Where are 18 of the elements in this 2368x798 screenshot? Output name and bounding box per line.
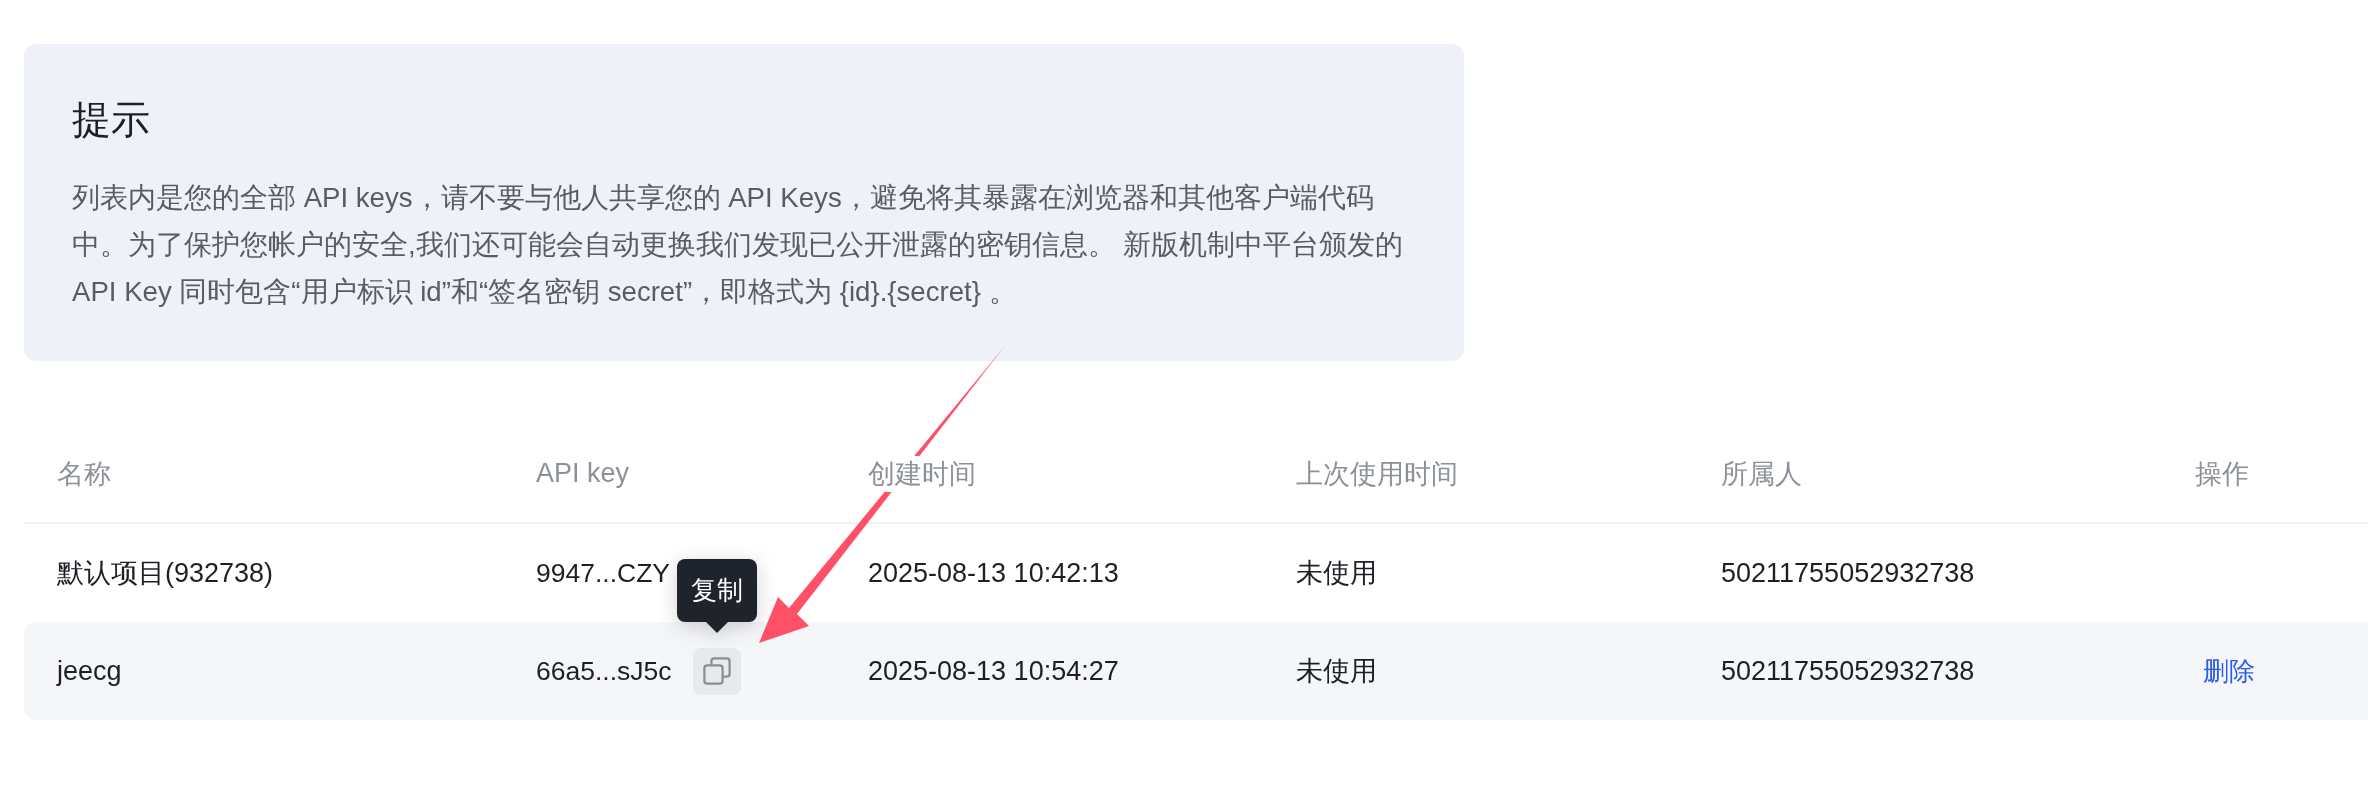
table-cell: 50211755052932738 — [1721, 655, 1975, 687]
table-cell: 2025-08-13 10:42:13 — [868, 557, 1119, 589]
table-cell: 50211755052932738 — [1721, 557, 1975, 589]
delete-link[interactable]: 删除 — [2203, 653, 2255, 689]
column-header: 创建时间 — [868, 455, 976, 492]
copy-button[interactable] — [693, 647, 741, 695]
table-cell: jeecg — [57, 655, 122, 687]
api-key-text: 9947...CZY — [536, 557, 671, 589]
notice-title: 提示 — [72, 97, 151, 143]
table-cell-text: 未使用 — [1296, 655, 1377, 688]
notice-text: 列表内是您的全部 API keys，请不要与他人共享您的 API Keys，避免将其暴露在浏览器和其他客户端代码中。为了保护您帐户的安全,我们还可能会自动更换我们发现已公开泄露的密钥信息。 新版机制中平台颁发的 API Key 同时包含“用户标识 id”和“签名密钥 secret”，即格式为 {id}.{secret} 。 — [72, 181, 1405, 309]
tooltip: 复制 — [677, 558, 757, 622]
table-cell-text: 未使用 — [1296, 557, 1377, 590]
table-cell-text: 默认项目(932738) — [57, 557, 274, 590]
copy-icon — [703, 657, 731, 685]
tooltip-pointer-icon — [706, 621, 728, 633]
api-key-text: 66a5...sJ5c — [536, 655, 672, 687]
table-cell: 2025-08-13 10:54:27 — [868, 655, 1119, 687]
